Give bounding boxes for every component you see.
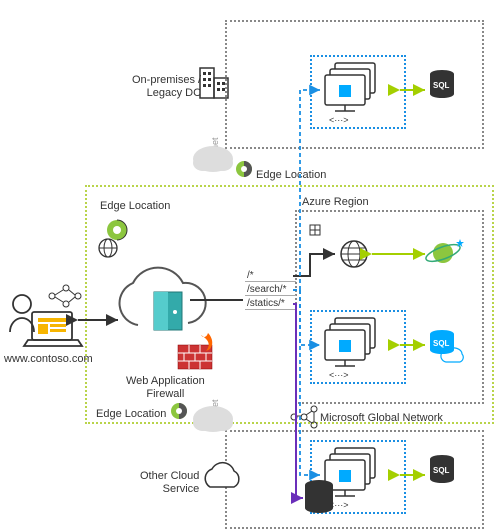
svg-text:SQL: SQL — [433, 81, 450, 90]
arrow-search-onprem — [293, 90, 320, 290]
arrow-search-azure — [293, 290, 320, 345]
diagram-svg: <···> SQL <···> SQL — [0, 0, 500, 530]
building-icon — [200, 68, 228, 98]
expand-icon — [310, 225, 320, 235]
storage-icon — [305, 480, 333, 513]
location-pin-icon-top — [236, 161, 252, 181]
sql-cloud-icon-azure: SQL — [430, 330, 463, 362]
globe-small-icon — [99, 239, 117, 257]
cosmos-icon — [424, 239, 464, 265]
sql-db-icon-other: SQL — [430, 455, 454, 483]
svg-text:<···>: <···> — [329, 370, 349, 380]
svg-text:SQL: SQL — [433, 339, 450, 348]
globe-icon — [341, 241, 367, 267]
arrow-search-other — [293, 290, 320, 475]
front-door-icon — [120, 268, 206, 330]
svg-text:SQL: SQL — [433, 466, 450, 475]
internet-cloud-bottom — [193, 406, 233, 432]
global-network-icon — [291, 406, 317, 428]
firewall-icon — [178, 333, 212, 369]
location-pin-icon-bottom — [171, 403, 187, 423]
location-pin-icon-left — [107, 220, 127, 240]
vm-cluster-icon-azure: <···> — [325, 318, 375, 380]
vm-cluster-icon-top: <···> — [325, 63, 375, 125]
cloud-icon-other — [205, 463, 239, 487]
svg-text:<···>: <···> — [329, 115, 349, 125]
sql-db-icon-top: SQL — [430, 70, 454, 98]
arrow-statics-storage — [293, 304, 303, 498]
user-laptop-icon — [10, 285, 82, 346]
internet-cloud-top — [193, 146, 233, 172]
